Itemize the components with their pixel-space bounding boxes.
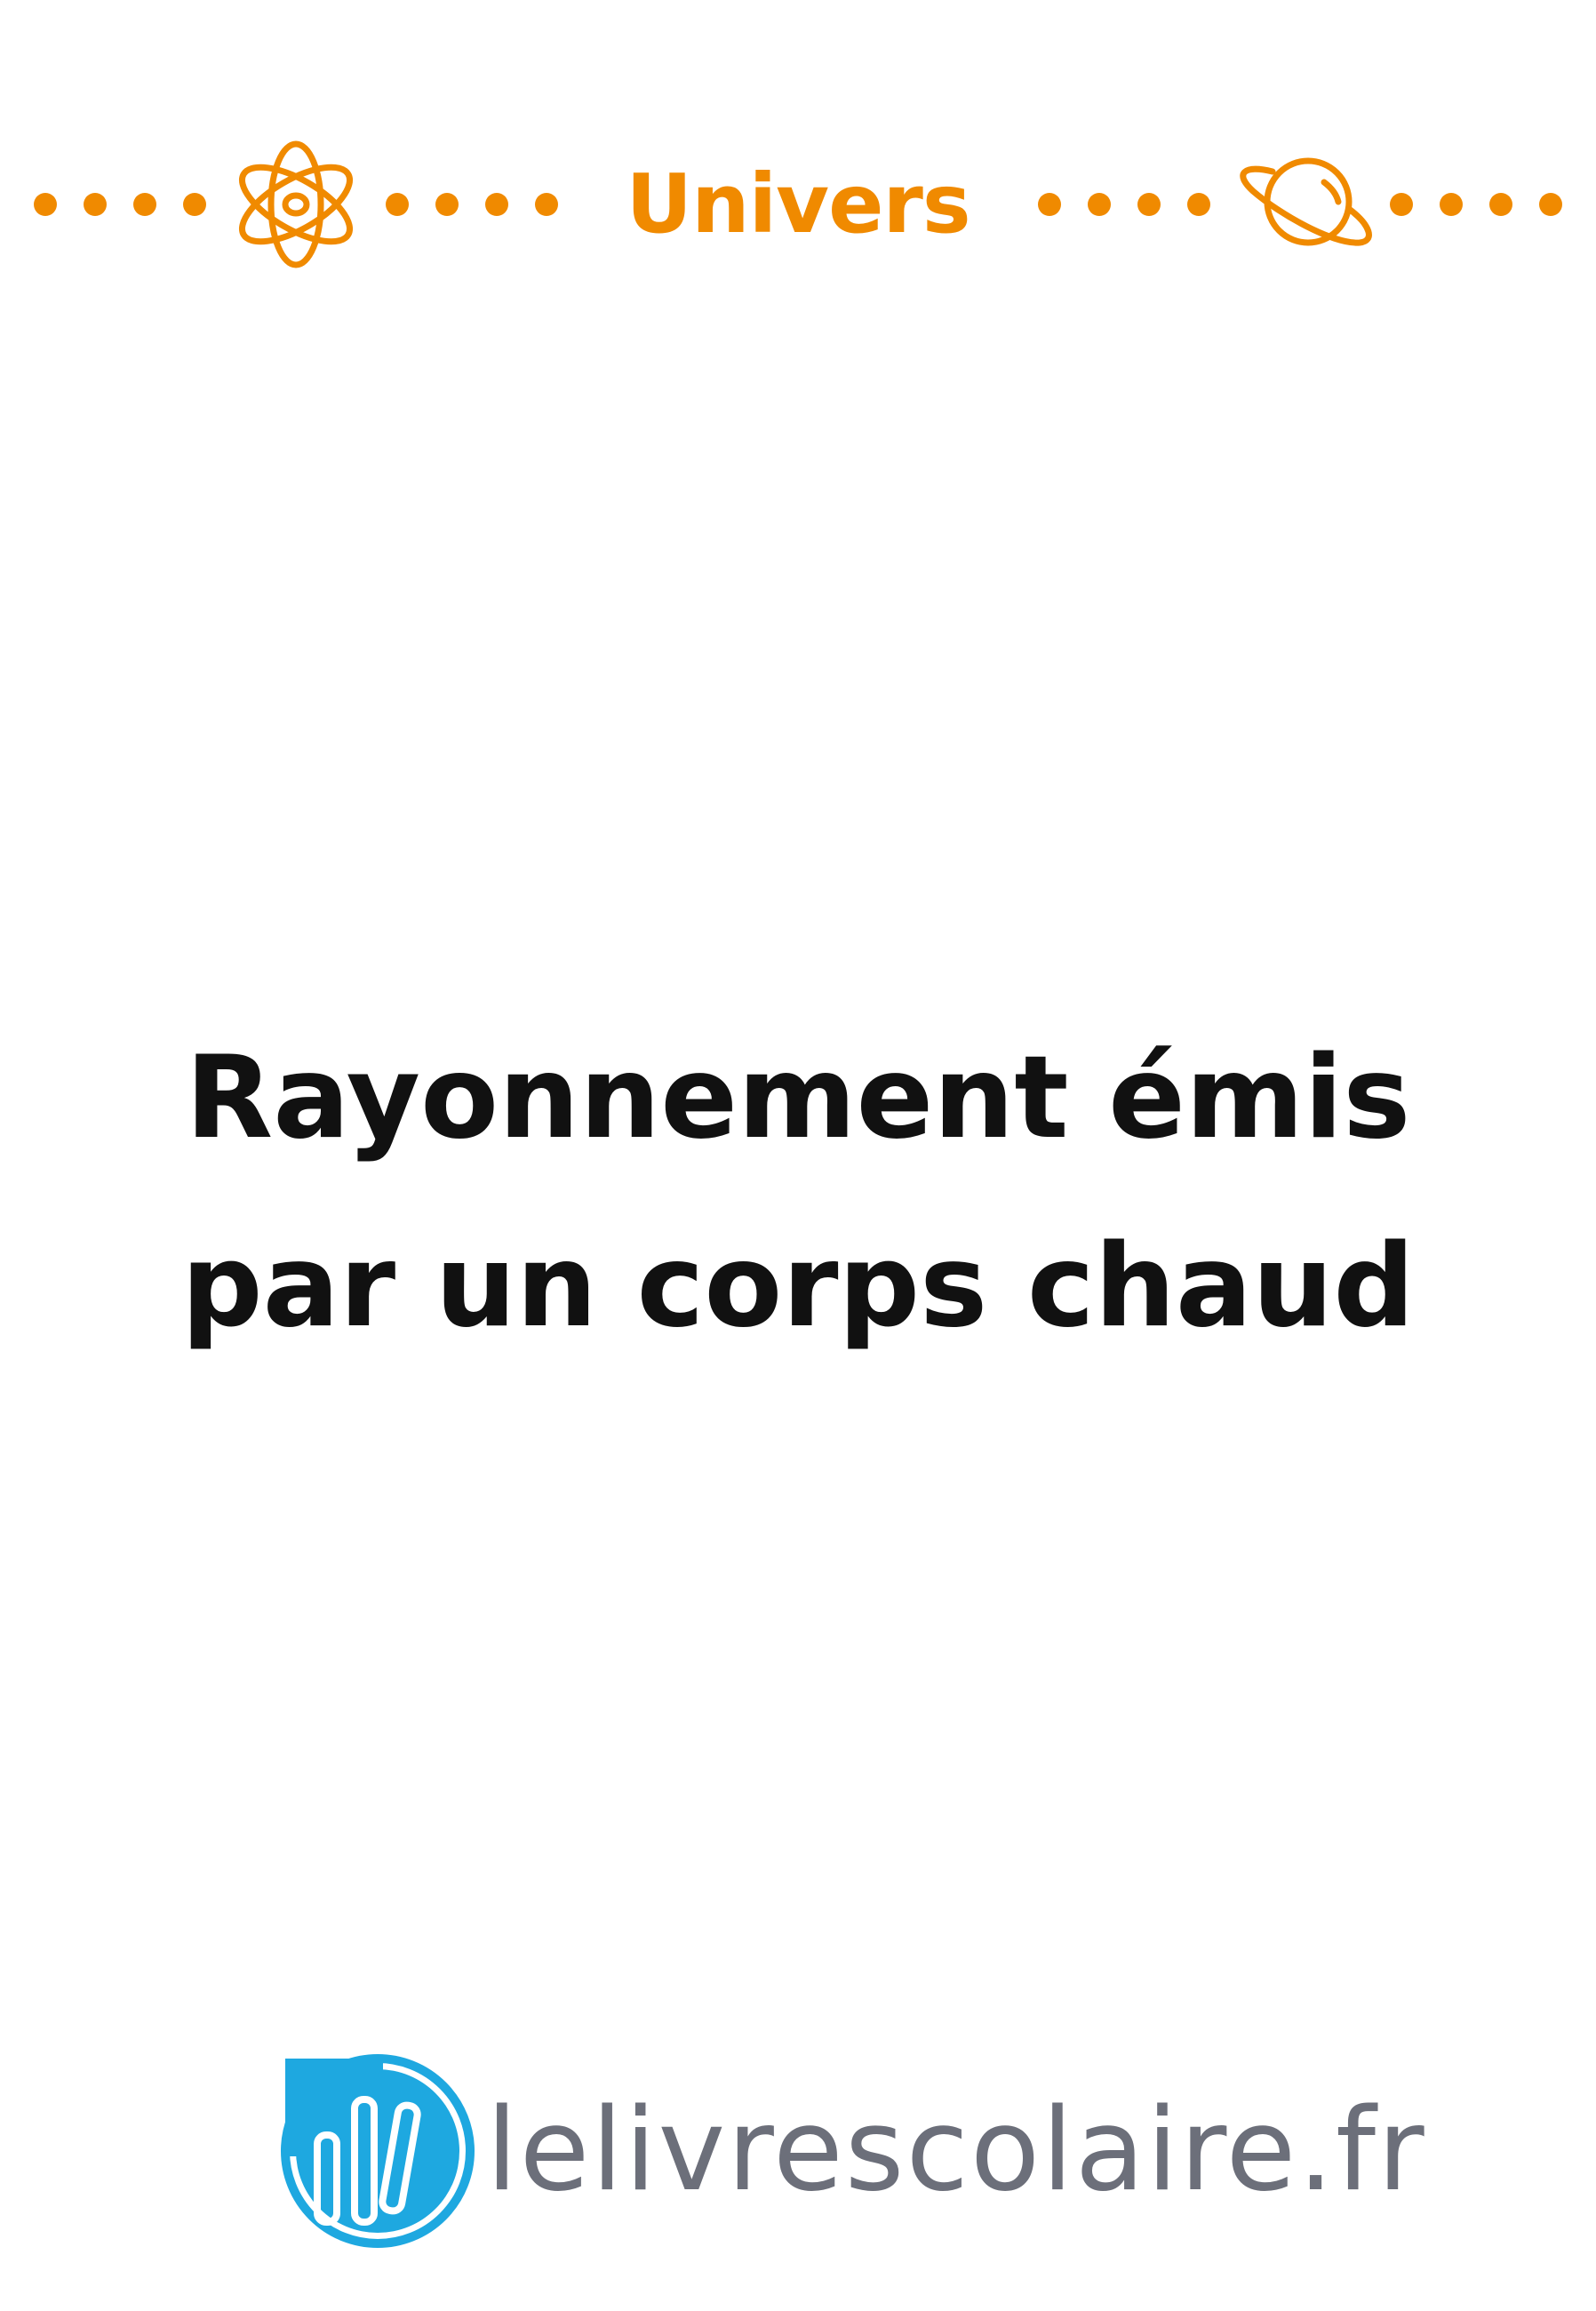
document-title-line-1: Rayonnement émis <box>185 1032 1411 1164</box>
decorative-dot <box>1489 193 1512 216</box>
decorative-dot <box>133 193 156 216</box>
atom-icon <box>238 140 354 268</box>
document-title-line-2: par un corps chaud <box>181 1220 1415 1353</box>
decorative-dot <box>1187 193 1210 216</box>
decorative-dot <box>84 193 107 216</box>
decorative-dot <box>1440 193 1463 216</box>
decorative-dot <box>1088 193 1111 216</box>
decorative-dot <box>535 193 558 216</box>
books-logo-icon <box>281 2054 475 2248</box>
decorative-dot <box>1390 193 1413 216</box>
brand-name: lelivrescolaire.fr <box>486 2084 1426 2217</box>
brand-logo: lelivrescolaire.fr <box>280 2053 1424 2249</box>
decorative-dot <box>386 193 409 216</box>
planet-icon <box>1240 157 1372 246</box>
decorative-dot <box>1539 193 1562 216</box>
section-header: Univers <box>0 124 1596 284</box>
decorative-dot <box>1038 193 1061 216</box>
document-title: Rayonnement émis par un corps chaud <box>89 1004 1507 1381</box>
decorative-dot <box>34 193 57 216</box>
section-title: Univers <box>626 156 970 252</box>
decorative-dot <box>1137 193 1161 216</box>
decorative-dot <box>183 193 206 216</box>
decorative-dot <box>485 193 508 216</box>
decorative-dot <box>435 193 459 216</box>
